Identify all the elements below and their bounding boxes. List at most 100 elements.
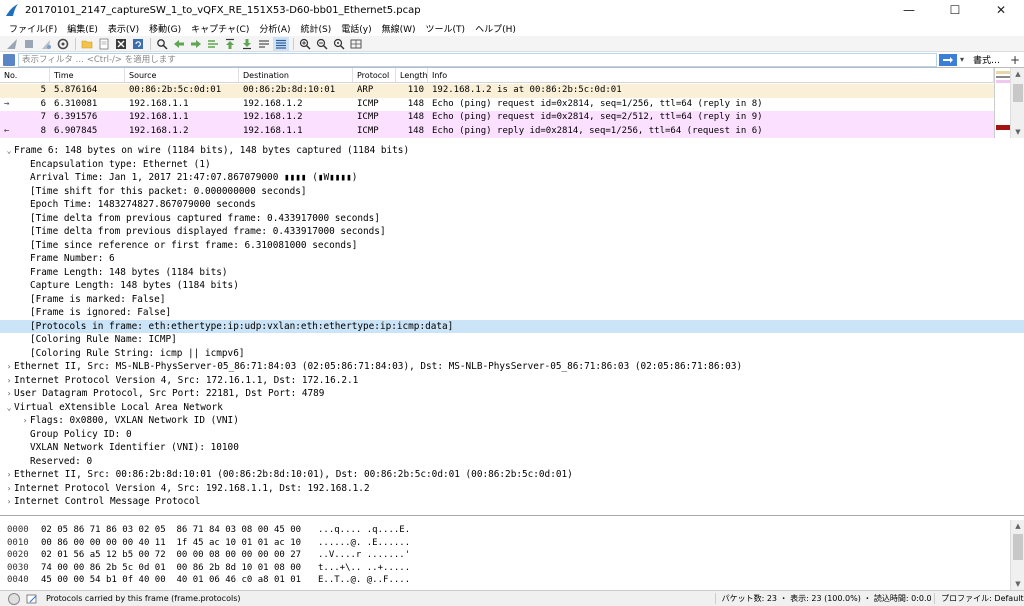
expanded-chevron-icon[interactable]: ⌄ [4, 144, 14, 158]
go-back-button[interactable] [171, 37, 187, 51]
detail-row[interactable]: ⌄ Virtual eXtensible Local Area Network [0, 401, 1024, 415]
reload-file-button[interactable] [130, 37, 146, 51]
menu-capture[interactable]: キャプチャ(C) [186, 22, 254, 35]
detail-row[interactable]: Group Policy ID: 0 [0, 428, 1024, 442]
collapsed-chevron-icon[interactable]: › [4, 495, 14, 509]
packet-list-scrollbar[interactable]: ▲ ▼ [1010, 68, 1024, 138]
detail-row[interactable]: [Frame is ignored: False] [0, 306, 1024, 320]
maximize-button[interactable]: ☐ [932, 0, 978, 20]
expanded-chevron-icon[interactable]: ⌄ [4, 401, 14, 415]
column-header-no[interactable]: No. [0, 68, 50, 82]
close-button[interactable]: ✕ [978, 0, 1024, 20]
packet-bytes-scrollbar[interactable]: ▲ ▼ [1010, 520, 1024, 590]
scroll-thumb[interactable] [1013, 534, 1023, 560]
scroll-down-icon[interactable]: ▼ [1011, 126, 1024, 138]
column-header-source[interactable]: Source [125, 68, 239, 82]
collapsed-chevron-icon[interactable]: › [4, 360, 14, 374]
menu-view[interactable]: 表示(V) [103, 22, 144, 35]
collapsed-chevron-icon[interactable]: › [4, 482, 14, 496]
detail-row[interactable]: › Internet Protocol Version 4, Src: 192.1… [0, 482, 1024, 496]
zoom-reset-button[interactable] [331, 37, 347, 51]
column-header-info[interactable]: Info [428, 68, 994, 82]
stop-capture-button[interactable] [21, 37, 37, 51]
find-packet-button[interactable] [154, 37, 170, 51]
filter-history-dropdown[interactable]: ▾ [957, 55, 967, 64]
scroll-up-icon[interactable]: ▲ [1011, 520, 1024, 532]
start-capture-button[interactable] [4, 37, 20, 51]
detail-row[interactable]: [Time shift for this packet: 0.000000000… [0, 185, 1024, 199]
detail-row[interactable]: ⌄ Frame 6: 148 bytes on wire (1184 bits),… [0, 144, 1024, 158]
detail-row[interactable]: [Frame is marked: False] [0, 293, 1024, 307]
filter-bookmark-icon[interactable] [3, 53, 15, 66]
minimap-bar [996, 125, 1010, 130]
menu-edit[interactable]: 編集(E) [62, 22, 103, 35]
menu-help[interactable]: ヘルプ(H) [470, 22, 521, 35]
detail-row[interactable]: Arrival Time: Jan 1, 2017 21:47:07.86707… [0, 171, 1024, 185]
packet-row[interactable]: 8 6.907845 192.168.1.2 192.168.1.1 ICMP 148 Ec… [0, 124, 994, 138]
detail-row[interactable]: Encapsulation type: Ethernet (1) [0, 158, 1024, 172]
detail-row[interactable]: › Flags: 0x0800, VXLAN Network ID (VNI) [0, 414, 1024, 428]
detail-row[interactable]: Capture Length: 148 bytes (1184 bits) [0, 279, 1024, 293]
profile-status[interactable]: プロファイル: Default [934, 593, 1024, 604]
detail-row[interactable]: [Time since reference or first frame: 6.… [0, 239, 1024, 253]
column-header-destination[interactable]: Destination [239, 68, 353, 82]
filter-expression-button[interactable]: 書式… [967, 53, 1006, 66]
menu-go[interactable]: 移動(G) [144, 22, 186, 35]
close-file-button[interactable] [113, 37, 129, 51]
zoom-in-button[interactable] [297, 37, 313, 51]
detail-row[interactable]: [Coloring Rule Name: ICMP] [0, 333, 1024, 347]
go-to-last-button[interactable] [239, 37, 255, 51]
add-filter-button[interactable]: + [1006, 53, 1024, 67]
open-file-button[interactable] [79, 37, 95, 51]
detail-row[interactable]: [Coloring Rule String: icmp || icmpv6] [0, 347, 1024, 361]
detail-row[interactable]: [Time delta from previous captured frame… [0, 212, 1024, 226]
capture-options-button[interactable] [55, 37, 71, 51]
collapsed-chevron-icon[interactable]: › [4, 468, 14, 482]
detail-row[interactable]: [Time delta from previous displayed fram… [0, 225, 1024, 239]
collapsed-chevron-icon[interactable]: › [4, 387, 14, 401]
detail-row[interactable]: Epoch Time: 1483274827.867079000 seconds [0, 198, 1024, 212]
menu-file[interactable]: ファイル(F) [4, 22, 62, 35]
minimize-button[interactable]: — [886, 0, 932, 20]
expert-info-icon[interactable] [8, 592, 20, 605]
collapsed-chevron-icon[interactable]: › [4, 374, 14, 388]
detail-row[interactable]: › Internet Control Message Protocol [0, 495, 1024, 509]
restart-capture-button[interactable] [38, 37, 54, 51]
go-to-first-button[interactable] [222, 37, 238, 51]
packet-row[interactable]: 6 6.310081 192.168.1.1 192.168.1.2 ICMP 148 Ec… [0, 97, 994, 111]
packet-row[interactable]: 5 5.876164 00:86:2b:5c:0d:01 00:86:2b:8d:10… [0, 84, 994, 98]
menu-wireless[interactable]: 無線(W) [377, 22, 421, 35]
detail-row[interactable]: Frame Length: 148 bytes (1184 bits) [0, 266, 1024, 280]
scroll-down-icon[interactable]: ▼ [1011, 578, 1024, 590]
detail-row[interactable]: Reserved: 0 [0, 455, 1024, 469]
display-filter-input[interactable]: 表示フィルタ … <Ctrl-/> を適用します [18, 52, 937, 67]
detail-row[interactable]: Frame Number: 6 [0, 252, 1024, 266]
menu-analyze[interactable]: 分析(A) [254, 22, 295, 35]
column-header-length[interactable]: Length [396, 68, 428, 82]
menu-statistics[interactable]: 統計(S) [296, 22, 337, 35]
detail-row[interactable]: [Protocols in frame: eth:ethertype:ip:ud… [0, 319, 1024, 333]
go-to-packet-button[interactable] [205, 37, 221, 51]
packet-minimap[interactable] [994, 68, 1010, 138]
comment-edit-icon[interactable] [26, 593, 38, 605]
column-header-protocol[interactable]: Protocol [353, 68, 396, 82]
detail-row[interactable]: › Ethernet II, Src: MS-NLB-PhysServer-05_… [0, 360, 1024, 374]
detail-row[interactable]: › Internet Protocol Version 4, Src: 172.1… [0, 374, 1024, 388]
autoscroll-button[interactable] [256, 37, 272, 51]
menu-telephony[interactable]: 電話(y) [336, 22, 376, 35]
detail-row[interactable]: › Ethernet II, Src: 00:86:2b:8d:10:01 (00… [0, 468, 1024, 482]
go-forward-button[interactable] [188, 37, 204, 51]
menu-tools[interactable]: ツール(T) [421, 22, 471, 35]
colorize-button[interactable] [273, 36, 289, 51]
detail-row[interactable]: › User Datagram Protocol, Src Port: 22181… [0, 387, 1024, 401]
packet-row[interactable]: 7 6.391576 192.168.1.1 192.168.1.2 ICMP 148 Ec… [0, 111, 994, 125]
apply-filter-button[interactable] [938, 53, 957, 66]
scroll-up-icon[interactable]: ▲ [1011, 68, 1024, 80]
zoom-out-button[interactable] [314, 37, 330, 51]
scroll-thumb[interactable] [1013, 84, 1023, 102]
save-file-button[interactable] [96, 37, 112, 51]
column-header-time[interactable]: Time [50, 68, 125, 82]
collapsed-chevron-icon[interactable]: › [20, 414, 30, 428]
resize-columns-button[interactable] [348, 37, 364, 51]
detail-row[interactable]: VXLAN Network Identifier (VNI): 10100 [0, 441, 1024, 455]
